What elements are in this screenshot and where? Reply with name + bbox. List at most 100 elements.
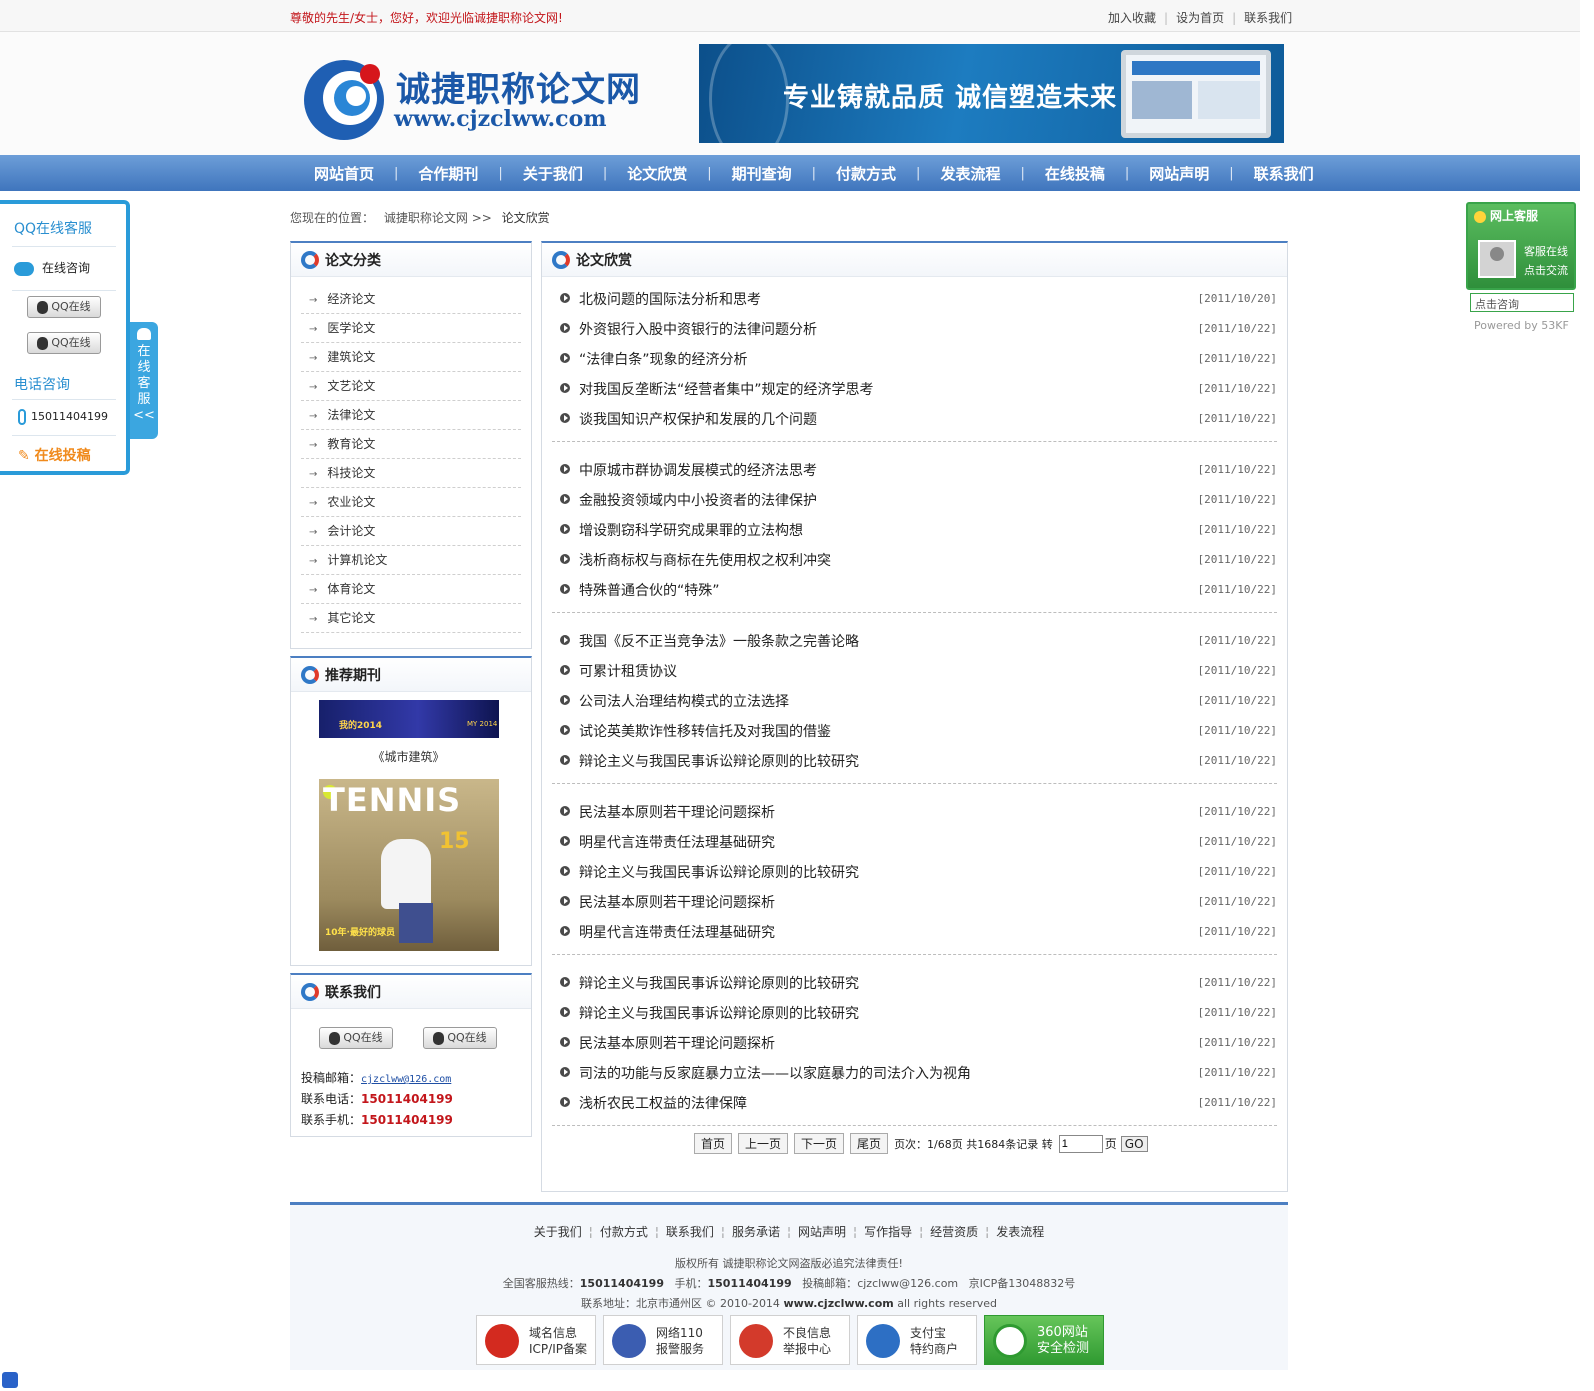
category-item[interactable]: → 医学论文 xyxy=(301,314,521,343)
certification-badge[interactable]: 域名信息 ICP/IP备案 xyxy=(476,1315,596,1365)
online-consult[interactable]: 在线咨询 xyxy=(14,259,90,276)
footer-link[interactable]: 写作指导 xyxy=(864,1225,912,1239)
nav-item[interactable]: 在线投稿 xyxy=(1025,163,1125,184)
nav-item[interactable]: 论文欣赏 xyxy=(607,163,707,184)
article-row[interactable]: 浅析农民工权益的法律保障 [2011/10/22] xyxy=(552,1087,1277,1117)
first-page-button[interactable]: 首页 xyxy=(694,1133,733,1154)
article-title-link[interactable]: 公司法人治理结构模式的立法选择 xyxy=(579,691,789,711)
footer-link[interactable]: 服务承诺 xyxy=(732,1225,780,1239)
article-row[interactable]: 特殊普通合伙的“特殊” [2011/10/22] xyxy=(552,574,1277,604)
journal-cover-1[interactable]: 我的2014 MY 2014 xyxy=(319,700,499,738)
online-service-toggle-tab[interactable]: 在线客服 << xyxy=(130,322,158,439)
certification-badge[interactable]: 支付宝 特约商户 xyxy=(857,1315,977,1365)
category-item[interactable]: → 计算机论文 xyxy=(301,546,521,575)
category-item[interactable]: → 建筑论文 xyxy=(301,343,521,372)
set-homepage-link[interactable]: 设为首页 xyxy=(1176,11,1224,25)
contact-qq-button-1[interactable]: QQ在线 xyxy=(319,1027,393,1049)
nav-item[interactable]: 关于我们 xyxy=(503,163,603,184)
article-row[interactable]: 中原城市群协调发展模式的经济法思考 [2011/10/22] xyxy=(552,454,1277,484)
article-row[interactable]: 公司法人治理结构模式的立法选择 [2011/10/22] xyxy=(552,685,1277,715)
add-favorite-link[interactable]: 加入收藏 xyxy=(1108,11,1156,25)
journal-cover-2[interactable]: TENNIS 15 10年·最好的球员 xyxy=(319,779,499,951)
category-item[interactable]: → 会计论文 xyxy=(301,517,521,546)
click-consult-input[interactable]: 点击咨询 xyxy=(1470,293,1574,312)
contact-email-link[interactable]: cjzclww@126.com xyxy=(361,1074,451,1085)
article-row[interactable]: 辩论主义与我国民事诉讼辩论原则的比较研究 [2011/10/22] xyxy=(552,997,1277,1027)
site-logo[interactable]: 诚捷职称论文网 www.cjzclww.com xyxy=(300,52,640,152)
article-title-link[interactable]: 外资银行入股中资银行的法律问题分析 xyxy=(579,319,817,339)
prev-page-button[interactable]: 上一页 xyxy=(738,1133,789,1154)
article-row[interactable]: 谈我国知识产权保护和发展的几个问题 [2011/10/22] xyxy=(552,403,1277,433)
category-item[interactable]: → 科技论文 xyxy=(301,459,521,488)
article-title-link[interactable]: 民法基本原则若干理论问题探析 xyxy=(579,892,775,912)
article-title-link[interactable]: 浅析农民工权益的法律保障 xyxy=(579,1093,747,1113)
category-item[interactable]: → 体育论文 xyxy=(301,575,521,604)
article-title-link[interactable]: 试论英美欺诈性移转信托及对我国的借鉴 xyxy=(579,721,831,741)
page-number-input[interactable] xyxy=(1058,1134,1103,1153)
article-row[interactable]: 明星代言连带责任法理基础研究 [2011/10/22] xyxy=(552,826,1277,856)
article-title-link[interactable]: 对我国反垄断法“经营者集中”规定的经济学思考 xyxy=(579,379,874,399)
go-button[interactable]: GO xyxy=(1120,1135,1148,1152)
article-row[interactable]: 民法基本原则若干理论问题探析 [2011/10/22] xyxy=(552,886,1277,916)
article-row[interactable]: “法律白条”现象的经济分析 [2011/10/22] xyxy=(552,343,1277,373)
nav-item[interactable]: 付款方式 xyxy=(816,163,916,184)
online-submit-link[interactable]: ✎ 在线投稿 xyxy=(18,445,91,465)
article-row[interactable]: 金融投资领域内中小投资者的法律保护 [2011/10/22] xyxy=(552,484,1277,514)
nav-item[interactable]: 网站首页 xyxy=(294,163,394,184)
article-title-link[interactable]: 我国《反不正当竞争法》一般条款之完善论略 xyxy=(579,631,859,651)
category-item[interactable]: → 文艺论文 xyxy=(301,372,521,401)
article-title-link[interactable]: 民法基本原则若干理论问题探析 xyxy=(579,802,775,822)
article-title-link[interactable]: 中原城市群协调发展模式的经济法思考 xyxy=(579,460,817,480)
qq-online-button-1[interactable]: QQ在线 xyxy=(27,296,101,318)
online-service-widget[interactable]: 网上客服 客服在线 点击交流 xyxy=(1466,202,1576,290)
footer-link[interactable]: 联系我们 xyxy=(666,1225,714,1239)
category-item[interactable]: → 经济论文 xyxy=(301,285,521,314)
article-row[interactable]: 辩论主义与我国民事诉讼辩论原则的比较研究 [2011/10/22] xyxy=(552,967,1277,997)
article-row[interactable]: 增设剽窃科学研究成果罪的立法构想 [2011/10/22] xyxy=(552,514,1277,544)
article-title-link[interactable]: 浅析商标权与商标在先使用权之权利冲突 xyxy=(579,550,831,570)
journal-caption-1[interactable]: 《城市建筑》 xyxy=(291,748,526,765)
article-title-link[interactable]: 谈我国知识产权保护和发展的几个问题 xyxy=(579,409,817,429)
category-item[interactable]: → 法律论文 xyxy=(301,401,521,430)
footer-link[interactable]: 网站声明 xyxy=(798,1225,846,1239)
baidu-paw-icon[interactable] xyxy=(2,1372,18,1388)
article-row[interactable]: 我国《反不正当竞争法》一般条款之完善论略 [2011/10/22] xyxy=(552,625,1277,655)
article-title-link[interactable]: 金融投资领域内中小投资者的法律保护 xyxy=(579,490,817,510)
footer-link[interactable]: 付款方式 xyxy=(600,1225,648,1239)
footer-link[interactable]: 经营资质 xyxy=(930,1225,978,1239)
nav-item[interactable]: 期刊查询 xyxy=(712,163,812,184)
article-row[interactable]: 浅析商标权与商标在先使用权之权利冲突 [2011/10/22] xyxy=(552,544,1277,574)
article-title-link[interactable]: 民法基本原则若干理论问题探析 xyxy=(579,1033,775,1053)
certification-badge[interactable]: 不良信息 举报中心 xyxy=(730,1315,850,1365)
article-row[interactable]: 试论英美欺诈性移转信托及对我国的借鉴 [2011/10/22] xyxy=(552,715,1277,745)
footer-link[interactable]: 发表流程 xyxy=(996,1225,1044,1239)
qq-online-button-2[interactable]: QQ在线 xyxy=(27,332,101,354)
article-row[interactable]: 北极问题的国际法分析和思考 [2011/10/20] xyxy=(552,283,1277,313)
last-page-button[interactable]: 尾页 xyxy=(850,1133,889,1154)
article-row[interactable]: 外资银行入股中资银行的法律问题分析 [2011/10/22] xyxy=(552,313,1277,343)
article-title-link[interactable]: 明星代言连带责任法理基础研究 xyxy=(579,832,775,852)
article-title-link[interactable]: 辩论主义与我国民事诉讼辩论原则的比较研究 xyxy=(579,862,859,882)
category-item[interactable]: → 教育论文 xyxy=(301,430,521,459)
article-title-link[interactable]: 辩论主义与我国民事诉讼辩论原则的比较研究 xyxy=(579,751,859,771)
article-title-link[interactable]: 特殊普通合伙的“特殊” xyxy=(579,580,720,600)
contact-us-link[interactable]: 联系我们 xyxy=(1244,11,1292,25)
article-row[interactable]: 民法基本原则若干理论问题探析 [2011/10/22] xyxy=(552,1027,1277,1057)
article-row[interactable]: 对我国反垄断法“经营者集中”规定的经济学思考 [2011/10/22] xyxy=(552,373,1277,403)
next-page-button[interactable]: 下一页 xyxy=(794,1133,845,1154)
article-row[interactable]: 明星代言连带责任法理基础研究 [2011/10/22] xyxy=(552,916,1277,946)
nav-item[interactable]: 合作期刊 xyxy=(398,163,498,184)
certification-badge[interactable]: 360网站 安全检测 xyxy=(984,1315,1104,1365)
breadcrumb-home[interactable]: 诚捷职称论文网 xyxy=(384,211,468,225)
category-item[interactable]: → 其它论文 xyxy=(301,604,521,633)
article-title-link[interactable]: 明星代言连带责任法理基础研究 xyxy=(579,922,775,942)
article-row[interactable]: 辩论主义与我国民事诉讼辩论原则的比较研究 [2011/10/22] xyxy=(552,856,1277,886)
contact-qq-button-2[interactable]: QQ在线 xyxy=(423,1027,497,1049)
article-row[interactable]: 民法基本原则若干理论问题探析 [2011/10/22] xyxy=(552,796,1277,826)
nav-item[interactable]: 发表流程 xyxy=(920,163,1020,184)
footer-link[interactable]: 关于我们 xyxy=(534,1225,582,1239)
article-title-link[interactable]: 辩论主义与我国民事诉讼辩论原则的比较研究 xyxy=(579,973,859,993)
article-title-link[interactable]: 可累计租赁协议 xyxy=(579,661,677,681)
article-row[interactable]: 可累计租赁协议 [2011/10/22] xyxy=(552,655,1277,685)
nav-item[interactable]: 联系我们 xyxy=(1234,163,1334,184)
